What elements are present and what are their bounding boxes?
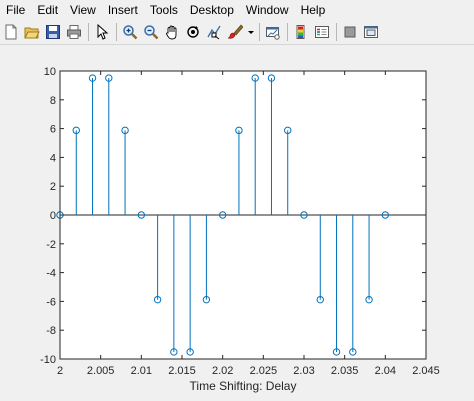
x-tick-label: 2.04 (375, 365, 396, 377)
y-tick-label: -4 (46, 268, 56, 280)
print-icon[interactable] (65, 23, 83, 41)
menu-tools[interactable]: Tools (144, 0, 184, 20)
menu-view[interactable]: View (64, 0, 102, 20)
x-tick-label: 2.02 (212, 365, 233, 377)
menu-file[interactable]: File (0, 0, 31, 20)
data-cursor-icon[interactable] (205, 23, 223, 41)
y-tick-label: -8 (46, 325, 56, 337)
menu-window[interactable]: Window (240, 0, 295, 20)
y-tick-label: 6 (50, 124, 56, 136)
zoom-in-icon[interactable] (121, 23, 139, 41)
figure-canvas: 2 2.005 2.01 2.015 2.02 2.025 2.03 2.035 2.04 2.0… (0, 46, 474, 401)
y-tick-label: 2 (50, 181, 56, 193)
legend-icon[interactable] (313, 23, 331, 41)
toolbar-separator (336, 23, 337, 41)
x-axis-label: Time Shifting: Delay (190, 379, 297, 393)
x-tick-label: 2.045 (412, 365, 440, 377)
x-tick-label: 2.005 (87, 365, 115, 377)
brush-dropdown-icon[interactable] (247, 23, 255, 41)
toolbar-separator (287, 23, 288, 41)
menu-help[interactable]: Help (295, 0, 332, 20)
toolbar-separator (88, 23, 89, 41)
rotate-3d-icon[interactable] (184, 23, 202, 41)
colorbar-icon[interactable] (292, 23, 310, 41)
x-tick-label: 2.03 (293, 365, 314, 377)
x-tick-label: 2.035 (331, 365, 359, 377)
y-tick-label: -2 (46, 239, 56, 251)
show-plot-tools-icon[interactable] (362, 23, 380, 41)
x-tick-label: 2.015 (168, 365, 196, 377)
menu-desktop[interactable]: Desktop (184, 0, 240, 20)
open-file-icon[interactable] (23, 23, 41, 41)
select-arrow-icon[interactable] (93, 23, 111, 41)
new-figure-icon[interactable] (2, 23, 20, 41)
link-plot-icon[interactable] (264, 23, 282, 41)
save-icon[interactable] (44, 23, 62, 41)
pan-hand-icon[interactable] (163, 23, 181, 41)
y-tick-label: 4 (50, 152, 56, 164)
y-tick-label: -6 (46, 296, 56, 308)
y-tick-label: 0 (50, 210, 56, 222)
x-tick-label: 2.01 (131, 365, 152, 377)
x-tick-label: 2 (57, 365, 63, 377)
y-tick-label: 10 (44, 66, 56, 78)
stem-plot: 2 2.005 2.01 2.015 2.02 2.025 2.03 2.035 2.04 2.0… (40, 66, 440, 393)
x-tick-label: 2.025 (250, 365, 278, 377)
menu-bar: File Edit View Insert Tools Desktop Wind… (0, 0, 474, 20)
menu-edit[interactable]: Edit (31, 0, 64, 20)
figure-toolbar (0, 20, 474, 45)
zoom-out-icon[interactable] (142, 23, 160, 41)
toolbar-separator (116, 23, 117, 41)
hide-plot-tools-icon[interactable] (341, 23, 359, 41)
menu-insert[interactable]: Insert (102, 0, 144, 20)
toolbar-separator (259, 23, 260, 41)
y-tick-label: -10 (40, 354, 56, 366)
y-tick-label: 8 (50, 95, 56, 107)
brush-icon[interactable] (226, 23, 244, 41)
